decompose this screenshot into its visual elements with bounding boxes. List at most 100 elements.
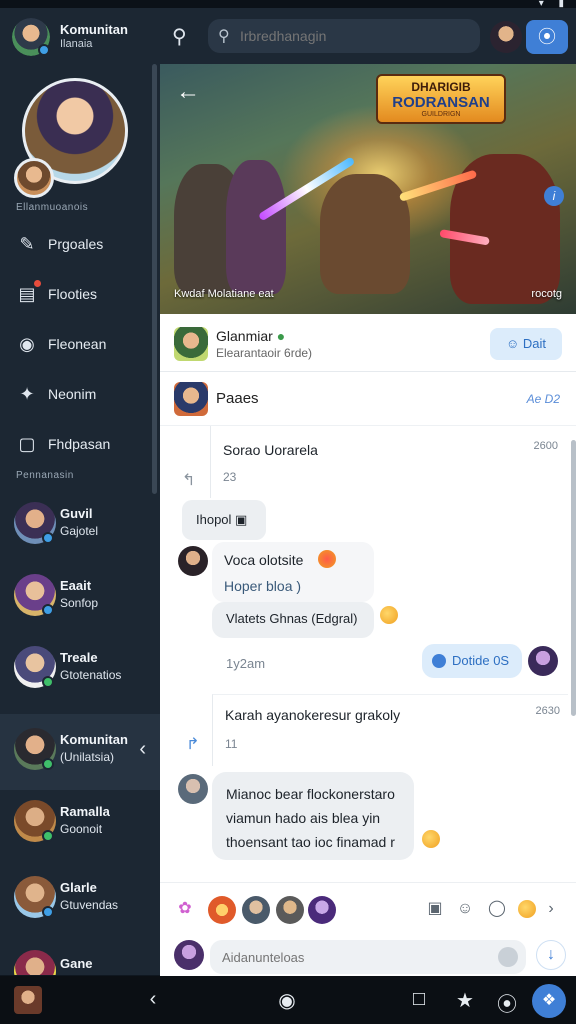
home-icon[interactable]: ◉ — [272, 988, 302, 1013]
smile-emoji-icon[interactable] — [422, 830, 440, 848]
chat-item-guvil[interactable]: Guvil Gajotel — [0, 492, 160, 556]
info-icon[interactable]: i — [544, 186, 564, 206]
pages-row[interactable]: Paaes Ae D2 — [160, 372, 576, 426]
upload-icon[interactable]: ⦿ — [492, 988, 522, 1017]
reply-icon[interactable]: ↱ — [186, 734, 199, 754]
nav-item-flooties[interactable]: ▤ Flooties — [0, 274, 160, 314]
online-badge-icon — [42, 830, 54, 842]
compass-button[interactable]: ⦿ — [526, 20, 568, 54]
nav-label: Prgoales — [48, 236, 104, 252]
chat-scrollbar[interactable] — [571, 440, 576, 716]
channel-subtitle: Elearantaoir 6rde) — [216, 346, 313, 360]
message-bubble[interactable]: Mianoc bear flockonerstaro viamun hado a… — [212, 772, 414, 860]
reaction-avatar[interactable] — [276, 896, 304, 924]
message-text: Sorao Uorarela — [223, 442, 318, 458]
app-thumbnail-icon[interactable] — [14, 986, 42, 1014]
reaction-avatar[interactable] — [308, 896, 336, 924]
notification-dot — [34, 280, 41, 287]
nav-item-fleonean[interactable]: ◉ Fleonean — [0, 324, 160, 364]
chat-name: Eaait — [60, 578, 92, 593]
user-avatar[interactable] — [490, 21, 522, 53]
sender-avatar[interactable] — [528, 646, 558, 676]
nav-item-fhdpasan[interactable]: ▢ Fhdpasan — [0, 424, 160, 464]
emoji-icon[interactable] — [518, 900, 536, 918]
assistant-button[interactable]: ❖ — [532, 984, 566, 1018]
chat-subtitle: Goonoit — [60, 822, 103, 836]
pages-avatar — [174, 382, 208, 416]
message-input[interactable] — [222, 940, 492, 974]
search-box[interactable]: ⚲ — [208, 19, 480, 53]
profile-avatar-small[interactable] — [14, 158, 54, 198]
sticker-icon[interactable]: ☺ — [454, 898, 476, 920]
emoji-icon[interactable] — [498, 947, 518, 967]
chat-bubble-icon[interactable]: ◯ — [486, 898, 508, 920]
message-count: 23 — [223, 470, 237, 484]
film-icon: ▤ — [18, 284, 36, 304]
composer: ↓ — [160, 936, 576, 976]
game-logo: DHARIGIB RODRANSAN GUILDRIGN — [376, 74, 506, 124]
back-arrow-icon[interactable]: ← — [176, 78, 200, 106]
chat-subtitle: Gajotel — [60, 524, 99, 538]
reply-icon[interactable]: ↰ — [182, 470, 195, 490]
message-bubble[interactable]: Vlatets Ghnas (Edgral) — [212, 602, 374, 638]
message-bubble[interactable]: Sorao Uorarela 2600 23 — [210, 426, 566, 498]
sidebar-header[interactable]: Komunitan Ilanaia — [0, 8, 160, 64]
nav-item-prgoales[interactable]: ✎ Prgoales — [0, 224, 160, 264]
reply-icon — [432, 654, 446, 668]
image-icon[interactable]: ▣ — [424, 898, 446, 920]
channel-header[interactable]: Glanmiar ● Elearantaoir 6rde) ☺ Dait — [160, 314, 576, 372]
chevron-right-icon[interactable]: › — [540, 898, 562, 920]
logo-line2: RODRANSAN — [392, 94, 490, 111]
message-text: Voca olotsite — [224, 552, 304, 568]
game-banner[interactable]: ← DHARIGIB RODRANSAN GUILDRIGN i Kwdaf M… — [160, 64, 576, 314]
nav-label: Neonim — [48, 386, 97, 402]
message-bubble[interactable]: Karah ayanokeresur grakoly 2630 11 — [212, 694, 568, 766]
user-avatar[interactable] — [174, 940, 204, 970]
recents-icon[interactable]: □ — [404, 988, 434, 1011]
message-input-box[interactable] — [210, 940, 526, 974]
reaction-avatar[interactable] — [208, 896, 236, 924]
smile-emoji-icon[interactable] — [380, 606, 398, 624]
sparkle-icon[interactable]: ✿ — [174, 898, 196, 920]
chat-square-icon: ▢ — [18, 434, 36, 454]
reply-chip-button[interactable]: Dotide 0S — [422, 644, 522, 678]
send-button[interactable]: ↓ — [536, 940, 566, 970]
chevron-left-icon[interactable]: ‹ — [139, 738, 146, 761]
status-bar: ▾ ▮ — [0, 0, 576, 9]
message-time: 2630 — [535, 705, 560, 717]
nav-label: Fleonean — [48, 336, 107, 352]
message-text: thoensant tao ioc finamad r — [226, 834, 395, 850]
edit-button[interactable]: ☺ Dait — [490, 328, 562, 360]
chat-item-eaait[interactable]: Eaait Sonfop — [0, 564, 160, 628]
chat-item-glarle[interactable]: Glarle Gtuvendas — [0, 866, 160, 930]
message-bubble[interactable]: Ihopol ▣ — [182, 500, 266, 540]
message-time: 2600 — [533, 440, 558, 452]
reaction-avatar[interactable] — [242, 896, 270, 924]
chat-subtitle: (Unilatsia) — [60, 750, 115, 764]
message-text: Mianoc bear flockonerstaro — [226, 786, 395, 802]
search-input[interactable] — [240, 19, 470, 53]
star-icon[interactable]: ★ — [450, 988, 480, 1013]
online-badge-icon — [42, 676, 54, 688]
channel-title: Glanmiar ● — [216, 328, 286, 344]
message-text: Hoper bloa ) — [224, 578, 302, 594]
banner-caption-right: rocotg — [531, 288, 562, 300]
logo-line1: DHARIGIB — [411, 80, 471, 94]
chat-item-komunitan[interactable]: Komunitan (Unilatsia) ‹ — [0, 714, 160, 790]
verified-badge-icon — [38, 44, 50, 56]
back-icon[interactable]: ‹ — [138, 988, 168, 1011]
chat-item-ramalla[interactable]: Ramalla Goonoit — [0, 790, 160, 854]
emoji-icon: ☺ — [505, 336, 520, 351]
nav-item-neonim[interactable]: ✦ Neonim — [0, 374, 160, 414]
sender-avatar[interactable] — [178, 774, 208, 804]
chat-item-gane[interactable]: Gane — [0, 940, 160, 975]
message-bubble[interactable]: Voca olotsite Hoper bloa ) — [212, 542, 374, 602]
reaction-bar: ✿ ▣ ☺ ◯ › — [160, 882, 576, 936]
sender-avatar[interactable] — [178, 546, 208, 576]
search-icon[interactable]: ⚲ — [172, 24, 187, 49]
chat-subtitle: Gtuvendas — [60, 898, 119, 912]
bottom-navigation: ‹ ◉ □ ★ ⦿ ❖ — [0, 976, 576, 1024]
verified-badge-icon — [42, 604, 54, 616]
chat-item-treale[interactable]: Treale Gtotenatios — [0, 636, 160, 700]
section-label: Pennanasin — [16, 470, 74, 481]
